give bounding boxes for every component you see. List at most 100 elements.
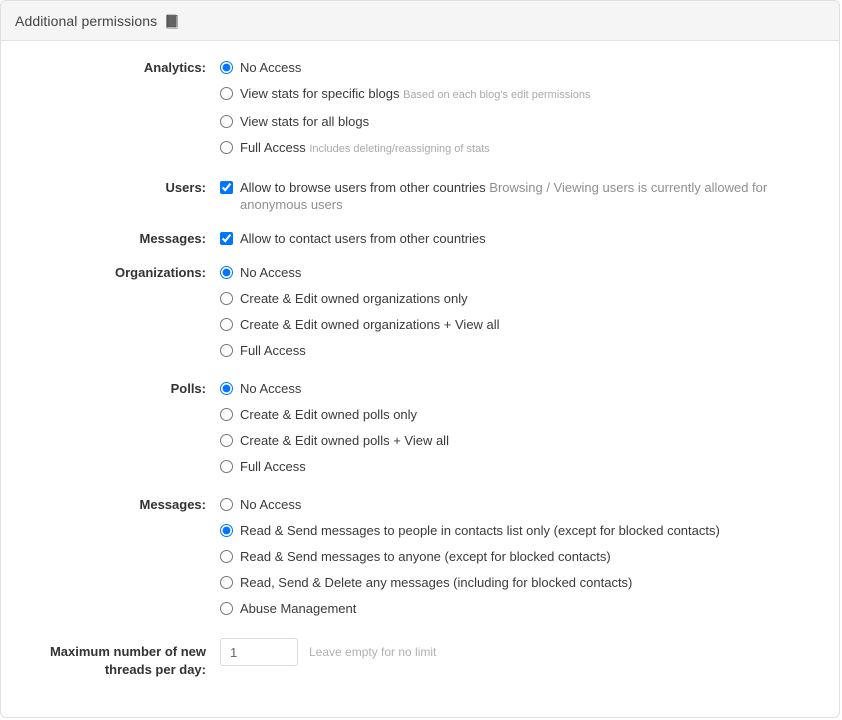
option-analytics-1[interactable]: View stats for specific blogs Based on e… bbox=[220, 85, 839, 104]
option-label: Abuse Management bbox=[240, 601, 357, 616]
option-label: No Access bbox=[240, 265, 302, 280]
group-options-messages_access: No Access Read & Send messages to people … bbox=[206, 496, 839, 617]
option-users-0[interactable]: Allow to browse users from other countri… bbox=[220, 179, 839, 213]
additional-permissions-panel: Additional permissions 📕 Analytics: No Ac… bbox=[0, 0, 840, 718]
option-organizations-1[interactable]: Create & Edit owned organizations only bbox=[220, 290, 839, 307]
option-text-polls-0: No Access bbox=[240, 380, 301, 397]
option-label: Full Access bbox=[240, 459, 306, 474]
panel-body: Analytics: No Access View stats for specif… bbox=[1, 41, 839, 679]
option-messages_access-1[interactable]: Read & Send messages to people in contac… bbox=[220, 522, 839, 539]
radio-analytics-1[interactable] bbox=[220, 87, 233, 100]
permission-group-users: Users: Allow to browse users from other c… bbox=[1, 179, 839, 213]
option-hint: Based on each blog's edit permissions bbox=[403, 89, 591, 101]
option-organizations-0[interactable]: No Access bbox=[220, 264, 839, 281]
option-text-messages_access-4: Abuse Management bbox=[240, 600, 356, 617]
checkbox-messages_contact-0[interactable] bbox=[220, 232, 233, 245]
option-label: Read & Send messages to anyone (except f… bbox=[240, 549, 611, 564]
max-threads-input[interactable] bbox=[220, 638, 298, 666]
option-label: Full Access bbox=[240, 140, 306, 155]
option-label: Full Access bbox=[240, 343, 306, 358]
group-label-messages_contact: Messages: bbox=[139, 231, 206, 246]
permission-group-messages_contact: Messages: Allow to contact users from oth… bbox=[1, 230, 839, 247]
radio-organizations-2[interactable] bbox=[220, 318, 233, 331]
group-label-organizations: Organizations: bbox=[114, 265, 206, 280]
radio-organizations-1[interactable] bbox=[220, 292, 233, 305]
option-text-polls-1: Create & Edit owned polls only bbox=[240, 406, 417, 423]
panel-header: Additional permissions 📕 bbox=[1, 1, 839, 41]
radio-analytics-2[interactable] bbox=[220, 115, 233, 128]
group-label-analytics: Analytics: bbox=[143, 60, 206, 75]
page-title: Additional permissions bbox=[15, 12, 158, 29]
option-analytics-0[interactable]: No Access bbox=[220, 59, 839, 76]
group-options-organizations: No Access Create & Edit owned organizatio… bbox=[206, 264, 839, 359]
group-options-users: Allow to browse users from other countri… bbox=[206, 179, 839, 213]
max-threads-label: Maximum number of new threads per day: bbox=[49, 644, 206, 677]
option-label: Read & Send messages to people in contac… bbox=[240, 523, 720, 538]
option-label: View stats for all blogs bbox=[240, 114, 370, 129]
group-options-polls: No Access Create & Edit owned polls only C… bbox=[206, 380, 839, 475]
option-analytics-2[interactable]: View stats for all blogs bbox=[220, 113, 839, 130]
radio-messages_access-3[interactable] bbox=[220, 576, 233, 589]
option-polls-2[interactable]: Create & Edit owned polls + View all bbox=[220, 432, 839, 449]
book-icon: 📕 bbox=[164, 14, 181, 29]
radio-messages_access-2[interactable] bbox=[220, 550, 233, 563]
radio-analytics-0[interactable] bbox=[220, 61, 233, 74]
option-text-messages_access-3: Read, Send & Delete any messages (includ… bbox=[240, 574, 632, 591]
group-label-users: Users: bbox=[165, 180, 206, 195]
option-label: Create & Edit owned organizations + View… bbox=[240, 317, 500, 332]
option-messages_contact-0[interactable]: Allow to contact users from other countr… bbox=[220, 230, 839, 247]
option-polls-1[interactable]: Create & Edit owned polls only bbox=[220, 406, 839, 423]
option-text-analytics-1: View stats for specific blogs Based on e… bbox=[240, 85, 590, 104]
option-text-messages_access-2: Read & Send messages to anyone (except f… bbox=[240, 548, 611, 565]
option-label: No Access bbox=[240, 60, 302, 75]
permission-group-polls: Polls: No Access Create & Edit owned polls… bbox=[1, 380, 839, 475]
radio-organizations-3[interactable] bbox=[220, 344, 233, 357]
option-label: Create & Edit owned polls only bbox=[240, 407, 418, 422]
group-options-analytics: No Access View stats for specific blogs B… bbox=[206, 59, 839, 158]
option-label: View stats for specific blogs bbox=[240, 86, 400, 101]
option-hint: Includes deleting/reassigning of stats bbox=[309, 143, 490, 155]
option-text-polls-3: Full Access bbox=[240, 458, 306, 475]
checkbox-users-0[interactable] bbox=[220, 181, 233, 194]
option-label: No Access bbox=[240, 381, 302, 396]
option-text-organizations-3: Full Access bbox=[240, 342, 306, 359]
option-messages_access-3[interactable]: Read, Send & Delete any messages (includ… bbox=[220, 574, 839, 591]
option-analytics-3[interactable]: Full Access Includes deleting/reassignin… bbox=[220, 139, 839, 158]
option-label: No Access bbox=[240, 497, 302, 512]
option-label: Read, Send & Delete any messages (includ… bbox=[240, 575, 633, 590]
radio-organizations-0[interactable] bbox=[220, 266, 233, 279]
option-text-messages_contact-0: Allow to contact users from other countr… bbox=[240, 230, 486, 247]
option-polls-3[interactable]: Full Access bbox=[220, 458, 839, 475]
option-messages_access-2[interactable]: Read & Send messages to anyone (except f… bbox=[220, 548, 839, 565]
permission-group-analytics: Analytics: No Access View stats for specif… bbox=[1, 59, 839, 158]
group-options-messages_contact: Allow to contact users from other countr… bbox=[206, 230, 839, 247]
permission-groups: Analytics: No Access View stats for specif… bbox=[1, 59, 839, 617]
option-text-users-0: Allow to browse users from other countri… bbox=[240, 179, 800, 213]
permission-group-messages_access: Messages: No Access Read & Send messages t… bbox=[1, 496, 839, 617]
option-messages_access-0[interactable]: No Access bbox=[220, 496, 839, 513]
max-threads-controls: Leave empty for no limit bbox=[206, 638, 436, 666]
radio-analytics-3[interactable] bbox=[220, 141, 233, 154]
radio-messages_access-0[interactable] bbox=[220, 498, 233, 511]
radio-messages_access-4[interactable] bbox=[220, 602, 233, 615]
option-text-analytics-0: No Access bbox=[240, 59, 301, 76]
radio-polls-0[interactable] bbox=[220, 382, 233, 395]
option-text-messages_access-1: Read & Send messages to people in contac… bbox=[240, 522, 720, 539]
option-messages_access-4[interactable]: Abuse Management bbox=[220, 600, 839, 617]
max-threads-row: Maximum number of new threads per day: L… bbox=[1, 638, 839, 679]
option-organizations-3[interactable]: Full Access bbox=[220, 342, 839, 359]
option-polls-0[interactable]: No Access bbox=[220, 380, 839, 397]
permission-group-organizations: Organizations: No Access Create & Edit own… bbox=[1, 264, 839, 359]
option-text-organizations-1: Create & Edit owned organizations only bbox=[240, 290, 468, 307]
radio-messages_access-1[interactable] bbox=[220, 524, 233, 537]
radio-polls-2[interactable] bbox=[220, 434, 233, 447]
radio-polls-3[interactable] bbox=[220, 460, 233, 473]
radio-polls-1[interactable] bbox=[220, 408, 233, 421]
max-threads-hint: Leave empty for no limit bbox=[309, 645, 437, 659]
option-text-analytics-2: View stats for all blogs bbox=[240, 113, 369, 130]
option-text-messages_access-0: No Access bbox=[240, 496, 301, 513]
option-label: Allow to contact users from other countr… bbox=[240, 231, 486, 246]
option-text-organizations-0: No Access bbox=[240, 264, 301, 281]
option-label: Allow to browse users from other countri… bbox=[240, 180, 486, 195]
option-organizations-2[interactable]: Create & Edit owned organizations + View… bbox=[220, 316, 839, 333]
